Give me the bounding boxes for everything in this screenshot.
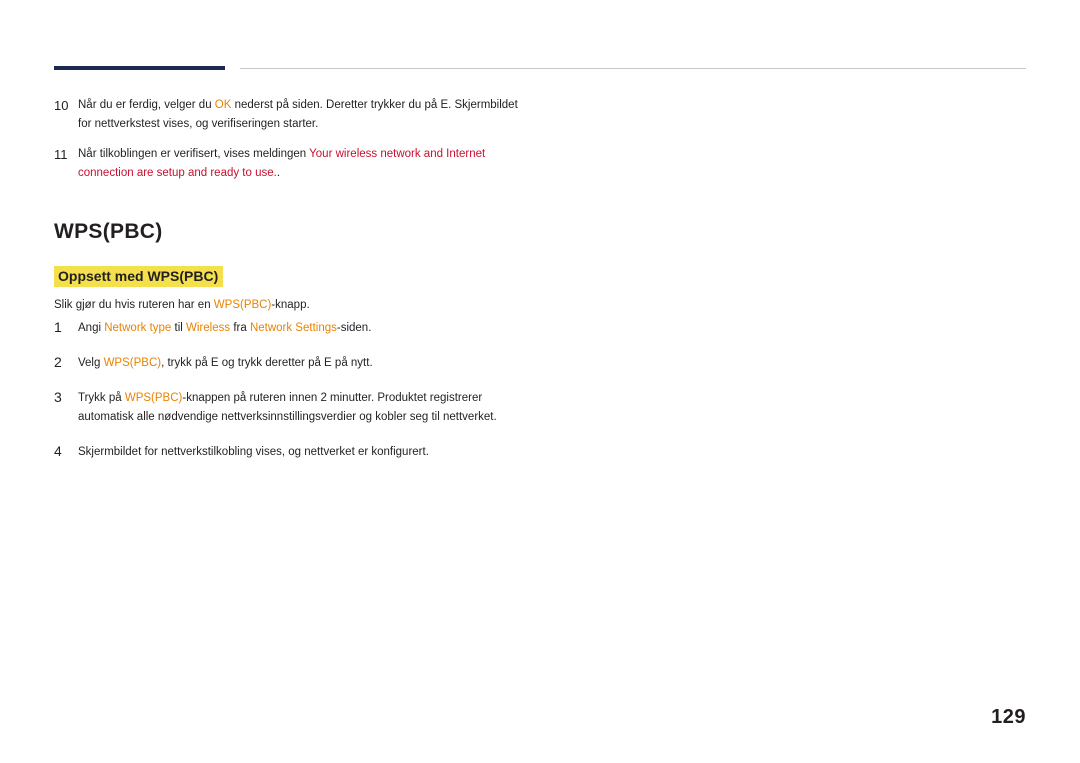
step-text-line: Angi Network type til Wireless fra Netwo… <box>78 319 371 338</box>
text-run: Velg <box>78 357 104 369</box>
page-title: WPS(PBC) <box>54 220 163 243</box>
text-run: Slik gjør du hvis ruteren har en <box>54 299 214 311</box>
step-number: 10 <box>54 98 69 113</box>
highlighted-term: Wireless <box>186 322 231 334</box>
step-text-line: for nettverkstest vises, og verifisering… <box>78 115 518 134</box>
header-rule <box>54 66 1026 72</box>
step-text: Angi Network type til Wireless fra Netwo… <box>78 317 371 338</box>
text-run: til <box>171 322 187 334</box>
step-text: Når du er ferdig, velger du OK nederst p… <box>78 96 518 134</box>
highlighted-term: Network Settings <box>249 322 337 334</box>
text-run: Når tilkoblingen er verifisert, vises me… <box>78 148 310 160</box>
header-rule-dark <box>54 66 225 70</box>
highlighted-term: WPS(PBC) <box>124 392 183 404</box>
text-run: Angi <box>78 322 105 334</box>
step-text-line: connection are setup and ready to use.. <box>78 164 485 183</box>
text-run: , trykk på E og trykk deretter på E på n… <box>161 357 373 369</box>
text-run: fra <box>230 322 250 334</box>
highlighted-term: WPS(PBC) <box>213 299 272 311</box>
text-run: -knappen på ruteren innen 2 minutter. Pr… <box>182 392 483 404</box>
step-number: 3 <box>54 389 62 405</box>
step-text-line: Når du er ferdig, velger du OK nederst p… <box>78 96 518 115</box>
header-rule-light <box>240 68 1026 69</box>
step-text-line: Når tilkoblingen er verifisert, vises me… <box>78 145 485 164</box>
subsection-title: Oppsett med WPS(PBC) <box>54 266 224 287</box>
step-number: 11 <box>54 147 68 162</box>
step-text: Skjermbildet for nettverkstilkobling vis… <box>78 441 429 462</box>
list-item: 10 Når du er ferdig, velger du OK nederst… <box>54 96 1014 134</box>
text-run: . <box>276 167 281 179</box>
step-text-line: automatisk alle nødvendige nettverksinns… <box>78 408 497 427</box>
text-run: nederst på siden. Deretter trykker du på… <box>231 99 518 111</box>
step-text: Velg WPS(PBC), trykk på E og trykk deret… <box>78 352 373 373</box>
intro-text: Slik gjør du hvis ruteren har en WPS(PBC… <box>54 297 310 313</box>
text-run: Trykk på <box>78 392 125 404</box>
text-run: -siden. <box>336 322 372 334</box>
list-item: 2 Velg WPS(PBC), trykk på E og trykk dere… <box>54 352 1014 373</box>
text-run: for nettverkstest vises, og verifisering… <box>78 118 319 130</box>
procedure-steps-list: 1 Angi Network type til Wireless fra Netw… <box>54 317 1014 476</box>
continued-steps-list: 10 Når du er ferdig, velger du OK nederst… <box>54 96 1014 194</box>
highlighted-term: WPS(PBC) <box>103 357 162 369</box>
step-text-line: Trykk på WPS(PBC)-knappen på ruteren inn… <box>78 389 497 408</box>
step-number: 2 <box>54 354 62 370</box>
list-item: 11 Når tilkoblingen er verifisert, vises … <box>54 145 1014 183</box>
step-number: 4 <box>54 443 62 459</box>
step-text-line: Velg WPS(PBC), trykk på E og trykk deret… <box>78 354 373 373</box>
page-number: 129 <box>991 706 1026 728</box>
highlighted-term: connection are setup and ready to use. <box>78 167 277 179</box>
highlighted-term: Your wireless network and Internet <box>309 148 486 160</box>
text-run: Når du er ferdig, velger du <box>78 99 215 111</box>
text-run: -knapp. <box>271 299 310 311</box>
text-run: automatisk alle nødvendige nettverksinns… <box>78 411 497 423</box>
step-text: Trykk på WPS(PBC)-knappen på ruteren inn… <box>78 387 497 427</box>
highlighted-term: OK <box>214 99 232 111</box>
list-item: 1 Angi Network type til Wireless fra Netw… <box>54 317 1014 338</box>
highlighted-term: Network type <box>104 322 172 334</box>
list-item: 3 Trykk på WPS(PBC)-knappen på ruteren in… <box>54 387 1014 427</box>
list-item: 4 Skjermbildet for nettverkstilkobling vi… <box>54 441 1014 462</box>
step-text-line: Skjermbildet for nettverkstilkobling vis… <box>78 443 429 462</box>
document-page: 10 Når du er ferdig, velger du OK nederst… <box>0 0 1080 763</box>
step-text: Når tilkoblingen er verifisert, vises me… <box>78 145 485 183</box>
step-number: 1 <box>54 319 62 335</box>
text-run: Skjermbildet for nettverkstilkobling vis… <box>78 446 429 458</box>
